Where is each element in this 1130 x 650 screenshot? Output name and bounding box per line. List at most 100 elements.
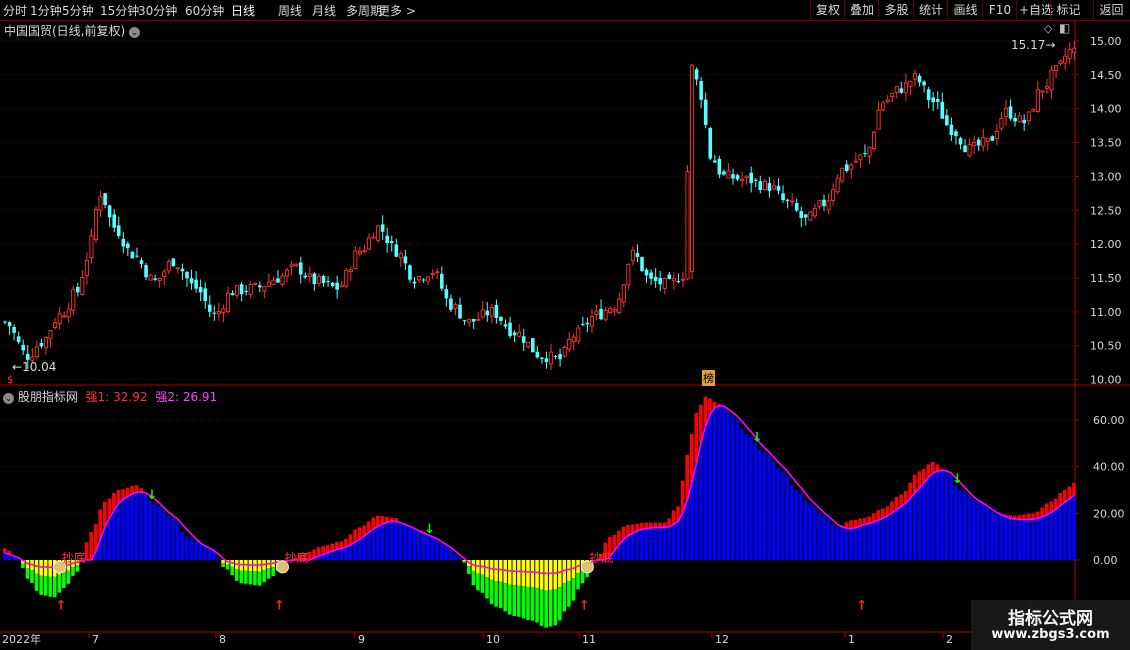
indicator-panel-title: ⌄ 股朋指标网 强1: 32.92 强2: 26.91 (3, 388, 217, 405)
candle-body (93, 208, 99, 241)
indicator-bar-red (621, 526, 626, 540)
indicator-bar-blue (771, 462, 776, 560)
indicator-bar-blue (435, 539, 439, 560)
indicator-bar-blue (762, 452, 767, 560)
candle-body (935, 99, 940, 102)
candle-body (958, 138, 963, 145)
candle-body (731, 174, 735, 179)
indicator-bar-red (1058, 493, 1063, 506)
indicator-bar-blue (189, 538, 194, 560)
indicator-bar-green (253, 571, 257, 586)
candle-body (112, 214, 116, 228)
candle-body (826, 200, 831, 211)
candle-body (1044, 86, 1049, 89)
candle-body (685, 171, 690, 280)
candle-body (867, 146, 872, 157)
indicator-bar-green (576, 573, 580, 590)
indicator-bar-red (348, 534, 353, 545)
buy-arrow-icon: ↑ (274, 599, 285, 614)
indicator-bar-green (562, 583, 567, 612)
candle-body (703, 99, 708, 125)
candle-body (708, 128, 713, 159)
indicator-bar-blue (1022, 519, 1026, 560)
indicator-bar-yellow (507, 560, 512, 585)
chevron-down-icon[interactable]: ⌄ (129, 27, 141, 38)
indicator-bar-blue (421, 532, 426, 560)
indicator-bar-green (553, 589, 558, 626)
indicator-bar-blue (985, 507, 990, 560)
indicator-bar-blue (944, 471, 949, 560)
candle-body (453, 303, 458, 309)
indicator-bar-green (48, 576, 52, 597)
candle-body (285, 269, 290, 277)
indicator-bar-blue (121, 499, 125, 560)
candle-body (758, 181, 763, 190)
candle-body (945, 115, 949, 126)
candle-body (89, 235, 94, 259)
candle-body (12, 326, 16, 333)
candle-body (544, 358, 549, 363)
indicator-bar-blue (840, 526, 844, 560)
candle-body (503, 324, 508, 327)
candle-body (908, 81, 913, 87)
panel-settings-icon[interactable]: ◇ (1044, 22, 1052, 35)
indicator-bar-blue (630, 533, 635, 560)
sell-arrow-icon: ↓ (752, 430, 763, 445)
indicator-bar-blue (749, 436, 753, 560)
time-label: 10 (486, 633, 500, 646)
indicator-bar-green (71, 567, 75, 576)
indicator-bar-blue (389, 521, 394, 560)
indicator-bar-blue (680, 512, 685, 560)
candle-body (776, 185, 781, 191)
indicator-tick-label: 0.00 (1093, 554, 1118, 567)
indicator-bar-blue (439, 543, 444, 560)
indicator-bar-blue (858, 525, 862, 560)
indicator-bar-blue (735, 420, 740, 560)
indicator-bar-red (89, 532, 93, 560)
candle-body (781, 193, 785, 201)
panel-layout-icon[interactable]: ◧ (1059, 21, 1070, 35)
indicator-bar-blue (107, 517, 112, 560)
indicator-bar-blue (853, 527, 858, 560)
indicator-bar-blue (926, 477, 931, 560)
candle-body (635, 253, 640, 257)
candle-body (985, 137, 990, 142)
indicator-bar-blue (658, 527, 662, 560)
indicator-bar-blue (166, 515, 171, 560)
indicator-bar-blue (153, 504, 157, 560)
indicator-bar-blue (175, 522, 180, 560)
candle-body (1058, 60, 1063, 64)
candle-body (467, 318, 472, 323)
indicator-bar-blue (753, 443, 758, 560)
indicator-bar-blue (694, 462, 699, 560)
indicator-bar-blue (1040, 516, 1044, 560)
candle-body (244, 290, 248, 292)
watermark-url: www.zbgs3.com (991, 627, 1110, 642)
indicator-title-text: 股朋指标网 (17, 390, 78, 404)
indicator-bar-blue (958, 490, 962, 560)
indicator-bar-blue (371, 528, 376, 560)
candle-body (316, 276, 322, 284)
indicator-bar-green (535, 588, 539, 623)
indicator-tick-label: 60.00 (1093, 414, 1125, 427)
indicator-bar-yellow (512, 560, 517, 586)
indicator-bar-blue (444, 546, 448, 560)
low-price-label: ←10.04 (12, 360, 57, 374)
candle-body (216, 311, 221, 315)
indicator-bar-blue (931, 472, 935, 560)
candle-body (585, 322, 590, 325)
low-price-value: 10.04 (22, 360, 57, 374)
candle-body (790, 200, 795, 203)
candle-body (212, 312, 217, 314)
candle-body (662, 277, 667, 289)
candle-body (171, 258, 176, 267)
price-tick-label: 11.00 (1090, 306, 1122, 319)
indicator-bar-yellow (498, 560, 503, 582)
chevron-down-icon[interactable]: ⌄ (3, 393, 14, 404)
indicator-bar-blue (1003, 516, 1008, 560)
buy-arrow-icon: ↑ (856, 599, 867, 614)
indicator-bar-blue (626, 535, 630, 560)
candle-body (931, 97, 935, 103)
indicator-bar-blue (1035, 518, 1040, 560)
indicator-bar-blue (953, 485, 958, 560)
